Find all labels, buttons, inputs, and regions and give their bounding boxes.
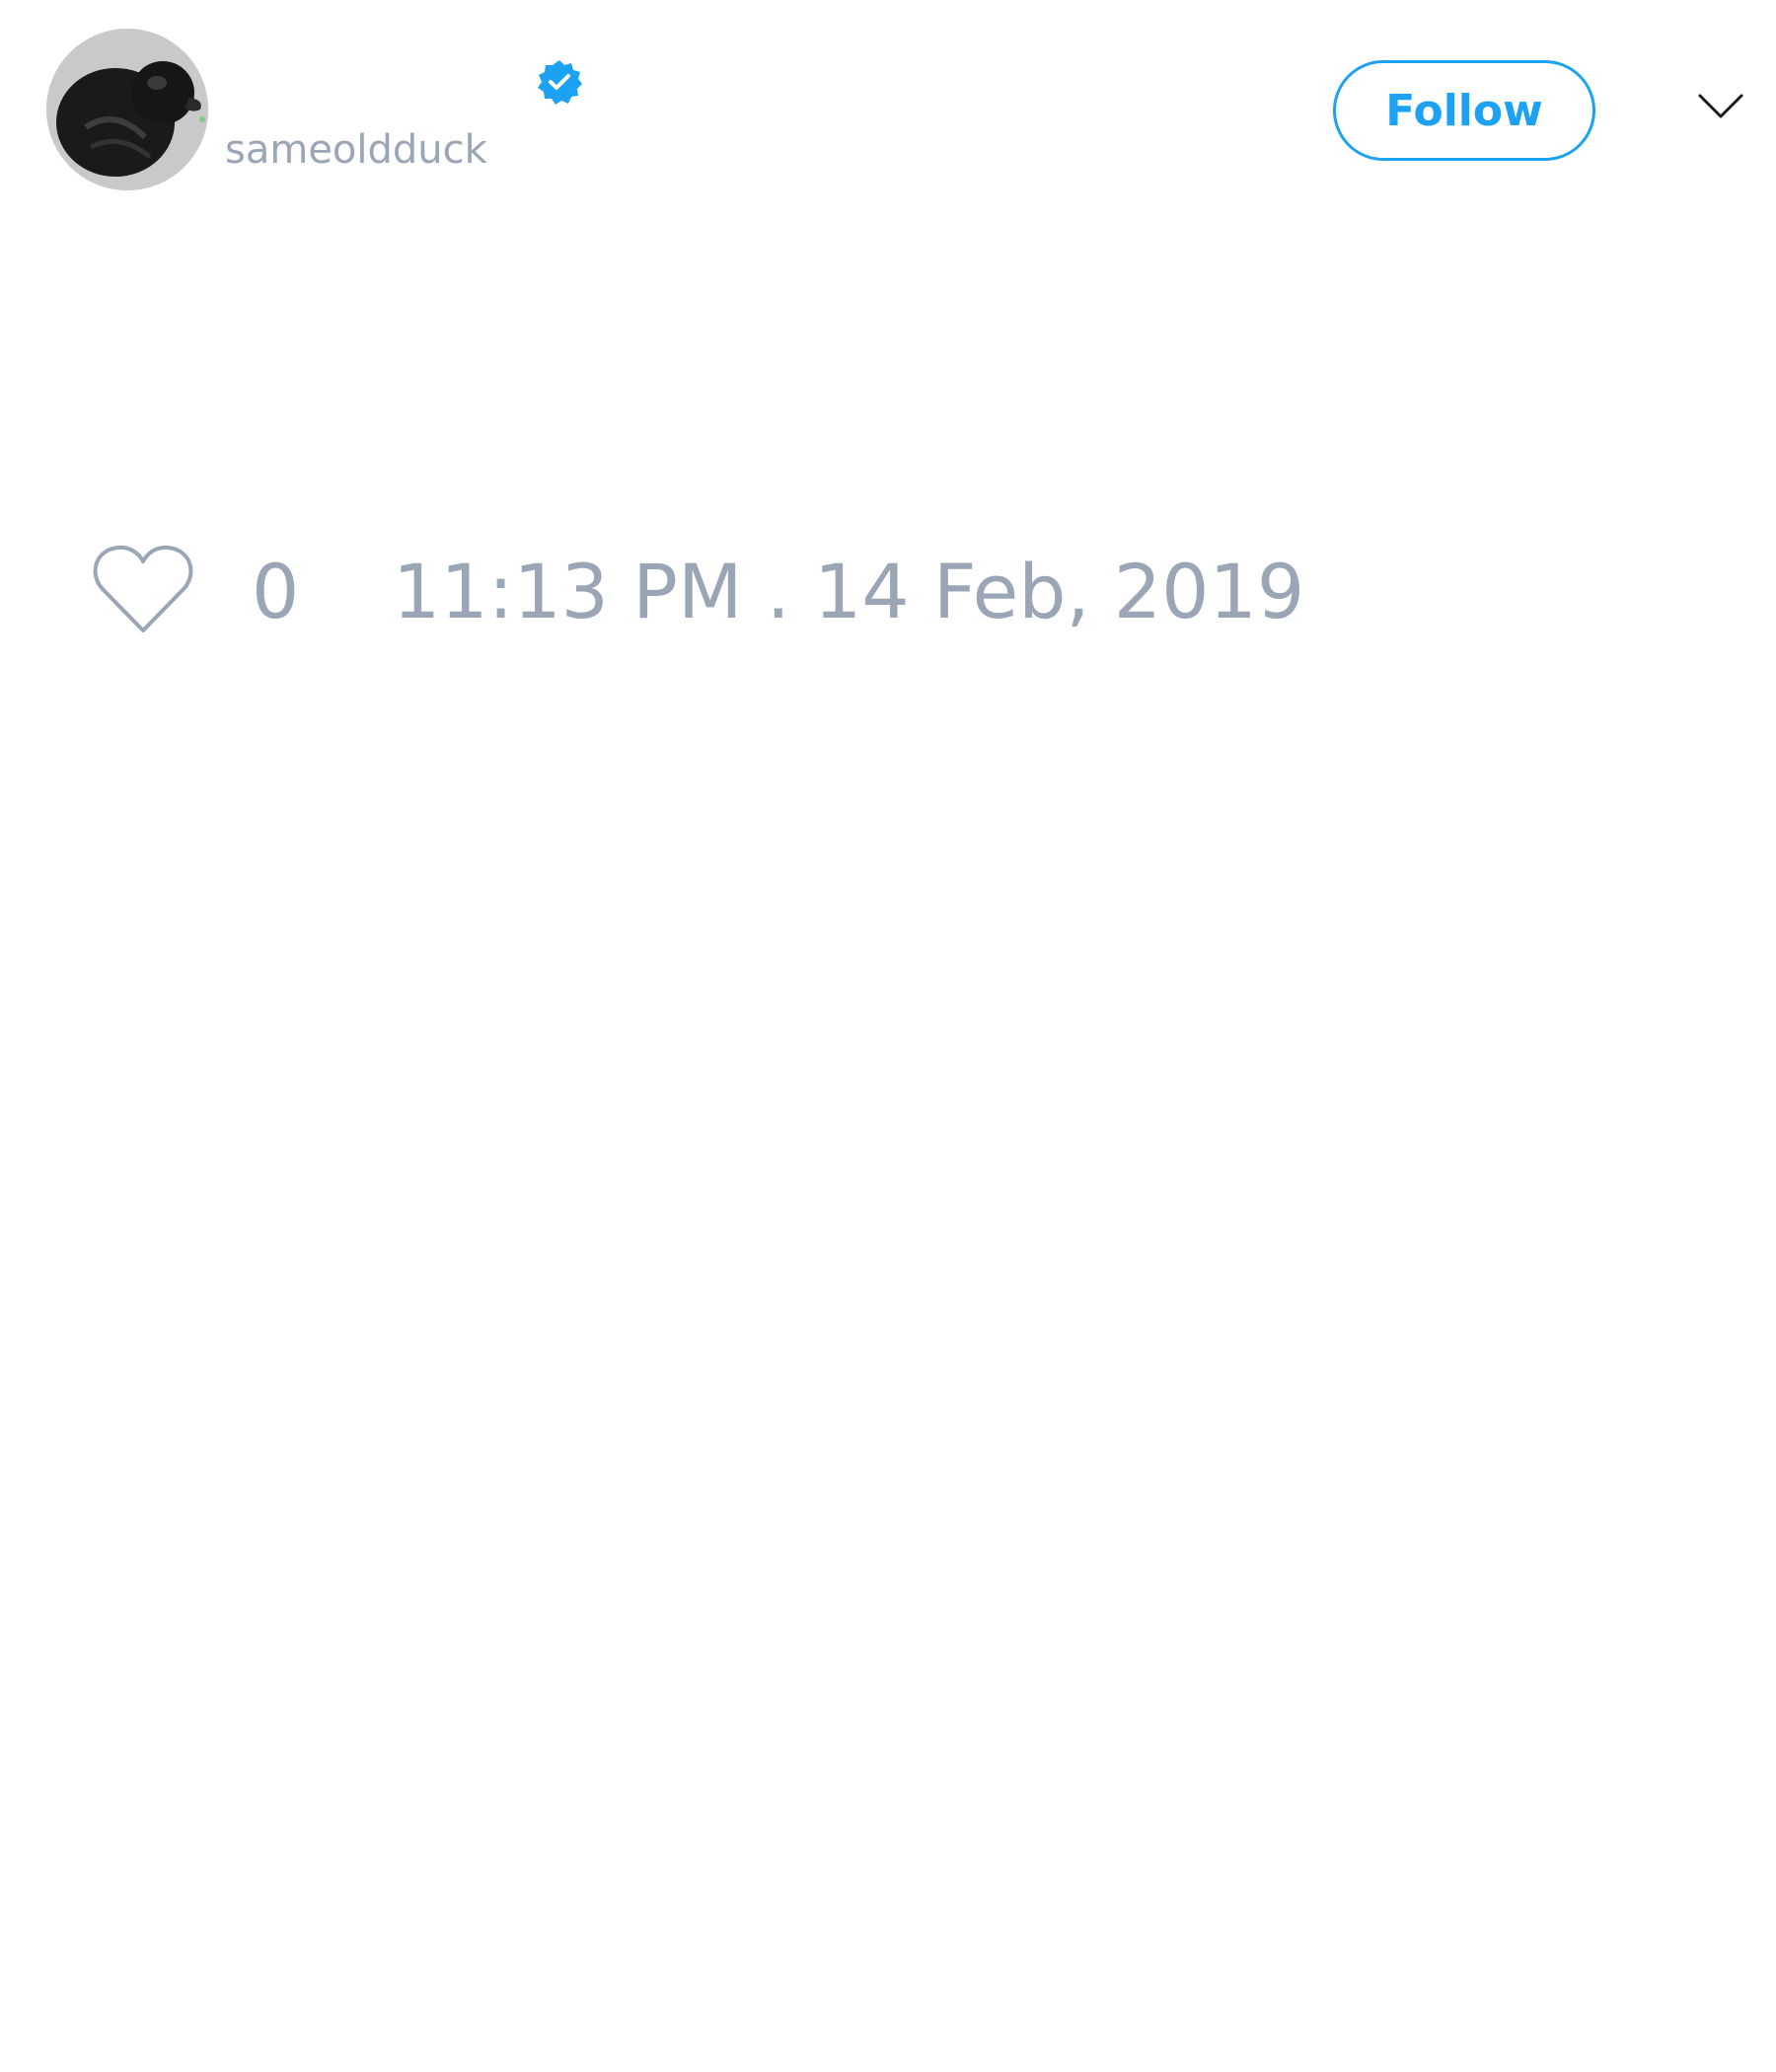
follow-button[interactable]: Follow xyxy=(1333,60,1595,161)
duck-avatar-image xyxy=(46,29,208,190)
avatar[interactable] xyxy=(46,29,208,190)
chevron-down-icon[interactable] xyxy=(1697,92,1744,121)
tweet-timestamp[interactable]: 11:13 PM . 14 Feb, 2019 xyxy=(393,550,1304,634)
author-handle[interactable]: sameoldduck xyxy=(225,126,487,174)
heart-icon[interactable] xyxy=(91,544,195,636)
like-count: 0 xyxy=(252,548,300,635)
verified-badge-icon xyxy=(536,58,583,106)
